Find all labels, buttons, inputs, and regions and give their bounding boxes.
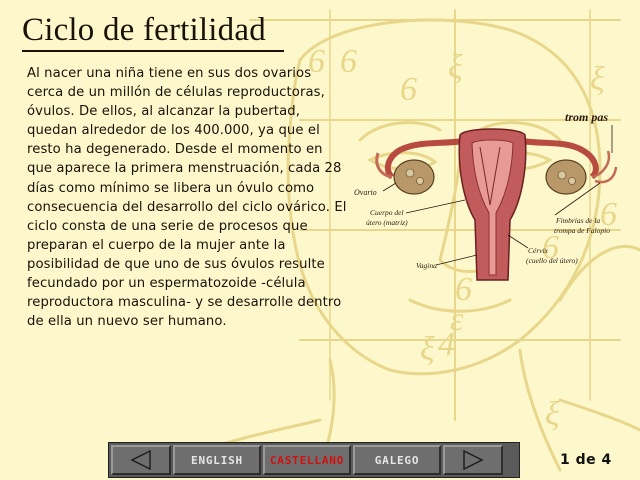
page-title: Ciclo de fertilidad xyxy=(22,12,266,48)
uterus-diagram: trom pas Ovario Cuerpo del útero (matriz… xyxy=(354,110,618,281)
diagram-heading: trom pas xyxy=(565,110,608,124)
svg-text:ξ: ξ xyxy=(448,49,463,86)
svg-text:ξ: ξ xyxy=(420,331,435,368)
body-text: Al nacer una niña tiene en sus dos ovari… xyxy=(27,66,347,330)
label-cuerpo-1: Cuerpo del xyxy=(370,208,404,217)
triangle-right-icon xyxy=(463,450,484,470)
triangle-left-icon xyxy=(130,450,151,470)
uterus-illustration xyxy=(375,125,618,281)
next-button[interactable] xyxy=(443,445,503,475)
language-english-button[interactable]: ENGLISH xyxy=(173,445,261,475)
label-vagina: Vagina xyxy=(416,261,437,270)
svg-text:6: 6 xyxy=(400,71,417,108)
label-fimbrias-1: Fimbrias de la xyxy=(555,216,600,225)
label-ovario: Ovario xyxy=(354,188,377,197)
navigation-toolbar: ENGLISH CASTELLANO GALEGO xyxy=(108,442,520,478)
svg-text:ξ: ξ xyxy=(590,61,605,98)
svg-text:ξ: ξ xyxy=(545,396,560,433)
label-fimbrias-2: trompa de Falopio xyxy=(554,226,610,235)
title-underline xyxy=(22,50,284,52)
language-castellano-button[interactable]: CASTELLANO xyxy=(263,445,351,475)
label-cervix-1: Cérvix xyxy=(528,246,549,255)
label-cervix-2: (cuello del útero) xyxy=(526,256,578,265)
language-galego-button[interactable]: GALEGO xyxy=(353,445,441,475)
page-indicator: 1 de 4 xyxy=(560,452,612,468)
previous-button[interactable] xyxy=(111,445,171,475)
label-cuerpo-2: útero (matriz) xyxy=(366,218,408,227)
